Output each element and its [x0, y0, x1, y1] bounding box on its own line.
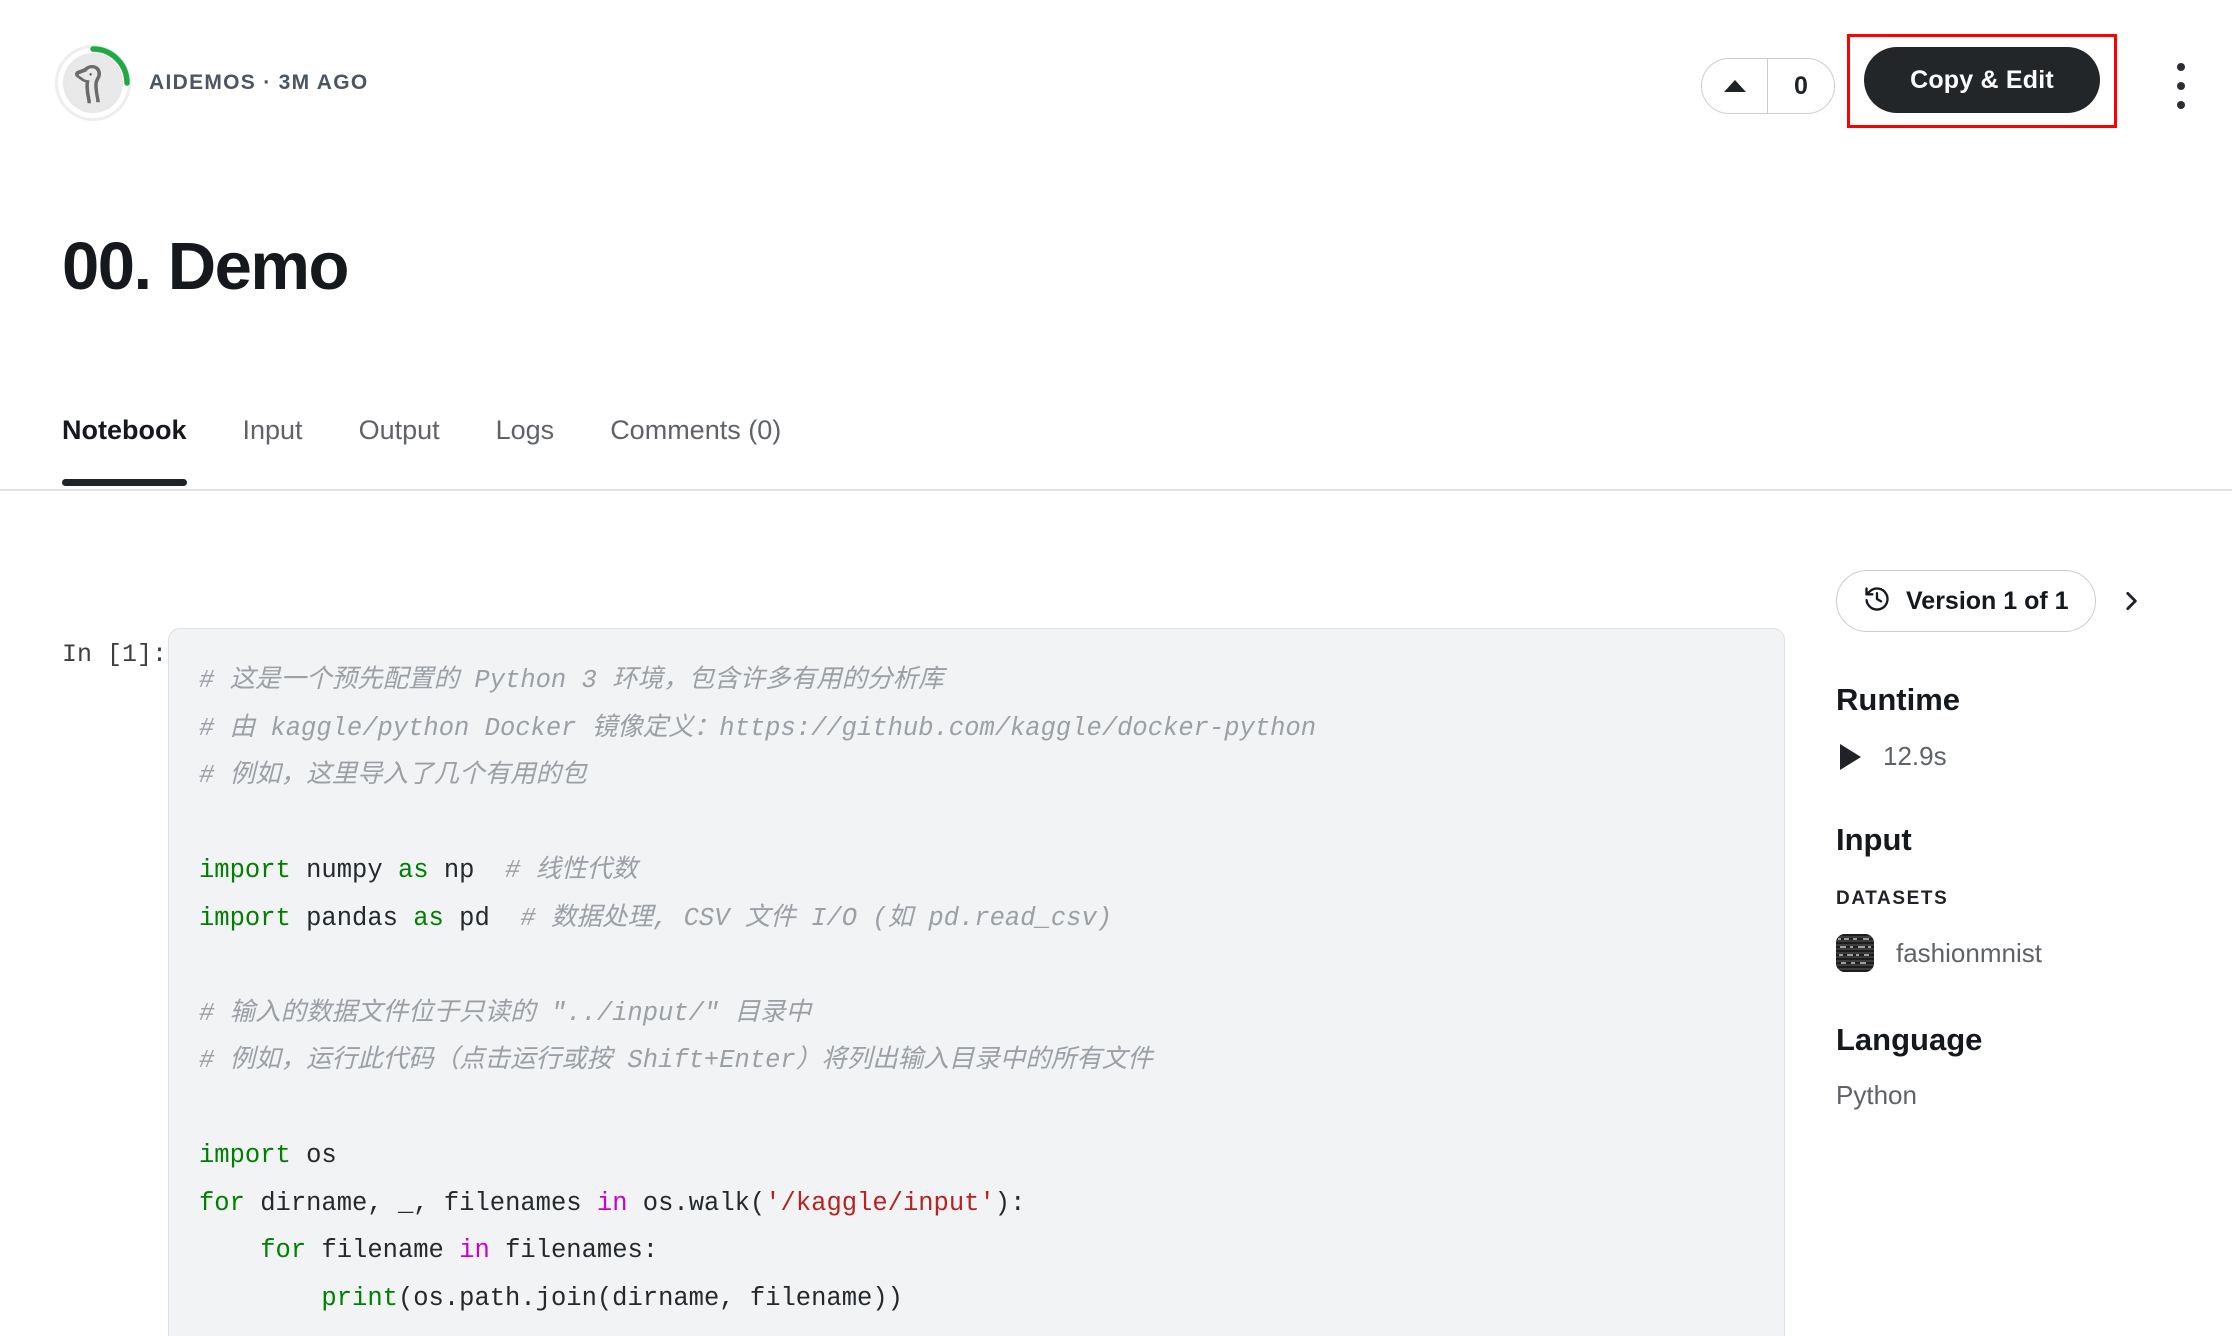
code-line-import-os: import os [199, 1141, 337, 1170]
page-title: 00. Demo [62, 228, 348, 305]
tab-bar: Notebook Input Output Logs Comments (0) [62, 415, 781, 486]
runtime-heading: Runtime [1836, 682, 2232, 718]
code-line-blank [199, 942, 1754, 990]
dataset-thumbnail-icon [1836, 934, 1874, 972]
code-line-comment: # 这是一个预先配置的 Python 3 环境，包含许多有用的分析库 [199, 666, 944, 695]
tab-output[interactable]: Output [359, 415, 440, 486]
datasets-subheading: DATASETS [1836, 888, 2232, 910]
code-line-comment: # 输入的数据文件位于只读的 "../input/" 目录中 [199, 999, 811, 1028]
avatar[interactable] [55, 45, 131, 121]
code-line-comment: # 由 kaggle/python Docker 镜像定义：https://gi… [199, 714, 1316, 743]
code-line-blank [199, 1085, 1754, 1133]
goose-avatar-icon [63, 53, 123, 113]
code-line-print: print(os.path.join(dirname, filename)) [199, 1284, 903, 1313]
dataset-name: fashionmnist [1896, 938, 2042, 969]
version-label: Version 1 of 1 [1906, 587, 2069, 616]
code-cell[interactable]: # 这是一个预先配置的 Python 3 环境，包含许多有用的分析库 # 由 k… [168, 628, 1785, 1336]
triangle-up-icon [1724, 80, 1746, 92]
history-clock-icon [1863, 585, 1891, 618]
kaggle-notebook-page: AIDEMOS · 3M AGO 0 Copy & Edit 00. Demo … [0, 0, 2232, 1336]
upvote-button[interactable] [1702, 59, 1768, 113]
chevron-right-icon[interactable] [2118, 588, 2144, 614]
top-bar: AIDEMOS · 3M AGO 0 Copy & Edit [0, 0, 2232, 165]
tab-divider [0, 489, 2232, 491]
vertical-dots-icon[interactable] [2167, 60, 2195, 112]
input-heading: Input [1836, 822, 2232, 858]
copy-and-edit-button[interactable]: Copy & Edit [1864, 47, 2100, 113]
code-line-comment: # 例如，这里导入了几个有用的包 [199, 761, 587, 790]
runtime-row: 12.9s [1836, 741, 2232, 772]
version-row: Version 1 of 1 [1836, 570, 2232, 632]
language-value: Python [1836, 1080, 2232, 1111]
code-line-for-dirname: for dirname, _, filenames in os.walk('/k… [199, 1189, 1025, 1218]
play-triangle-icon [1840, 744, 1861, 770]
code-line-for-filename: for filename in filenames: [199, 1236, 658, 1265]
language-heading: Language [1836, 1022, 2232, 1058]
author-block[interactable]: AIDEMOS · 3M AGO [55, 45, 369, 121]
tab-input[interactable]: Input [243, 415, 303, 486]
upvote-count: 0 [1768, 59, 1834, 113]
code-line-import-numpy: import numpy as np # 线性代数 [199, 856, 638, 885]
upvote-control[interactable]: 0 [1701, 58, 1835, 114]
code-content[interactable]: # 这是一个预先配置的 Python 3 环境，包含许多有用的分析库 # 由 k… [199, 657, 1754, 1322]
tab-notebook[interactable]: Notebook [62, 415, 187, 486]
tab-logs[interactable]: Logs [496, 415, 555, 486]
notebook-sidebar: Version 1 of 1 Runtime 12.9s Input DATAS… [1836, 570, 2232, 1111]
tab-comments[interactable]: Comments (0) [610, 415, 781, 486]
code-line-comment: # 例如，运行此代码（点击运行或按 Shift+Enter）将列出输入目录中的所… [199, 1046, 1153, 1075]
cell-input-prompt: In [1]: [62, 640, 167, 669]
version-selector-button[interactable]: Version 1 of 1 [1836, 570, 2096, 632]
code-line-import-pandas: import pandas as pd # 数据处理, CSV 文件 I/O (… [199, 904, 1112, 933]
runtime-value: 12.9s [1883, 741, 1947, 772]
code-line-blank [199, 800, 1754, 848]
dataset-item-fashionmnist[interactable]: fashionmnist [1836, 934, 2232, 972]
author-name: AIDEMOS · 3M AGO [149, 71, 369, 95]
